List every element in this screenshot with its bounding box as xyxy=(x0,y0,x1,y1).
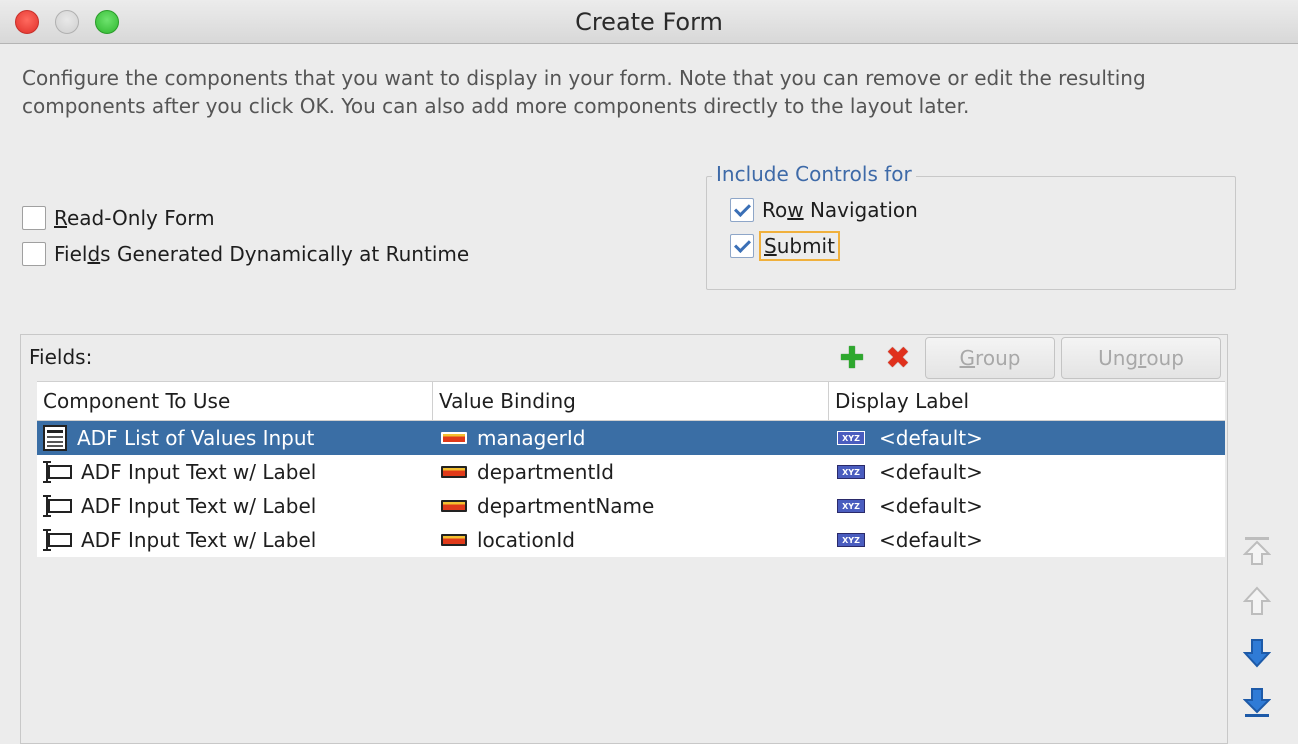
display-label: <default> xyxy=(879,494,983,518)
submit-label: Submit xyxy=(759,231,840,261)
row-navigation-option[interactable]: Row Navigation xyxy=(730,196,918,224)
attribute-binding-icon xyxy=(441,500,467,512)
row-navigation-label: Row Navigation xyxy=(762,198,918,222)
binding-name: locationId xyxy=(477,528,575,552)
component-name: ADF Input Text w/ Label xyxy=(81,460,317,484)
column-header-binding[interactable]: Value Binding xyxy=(433,382,829,420)
column-header-component[interactable]: Component To Use xyxy=(37,382,433,420)
table-header: Component To Use Value Binding Display L… xyxy=(37,381,1225,421)
row-navigation-checkbox[interactable] xyxy=(730,198,754,222)
table-row[interactable]: ADF Input Text w/ Label locationId XYZ <… xyxy=(37,523,1225,557)
instructions-text: Configure the components that you want t… xyxy=(22,66,1146,118)
title-bar: Create Form xyxy=(0,0,1298,44)
move-up-icon[interactable] xyxy=(1240,584,1274,618)
group-button[interactable]: Group xyxy=(925,337,1055,379)
fields-header: Fields: xyxy=(29,345,93,369)
column-header-label[interactable]: Display Label xyxy=(829,382,1225,420)
fields-panel: Fields: ✚ ✖ Group Ung r oup Component To U… xyxy=(20,334,1228,744)
attribute-binding-icon xyxy=(441,466,467,478)
component-name: ADF List of Values Input xyxy=(77,426,315,450)
list-of-values-icon xyxy=(41,425,69,451)
binding-name: managerId xyxy=(477,426,586,450)
move-to-top-icon[interactable] xyxy=(1240,534,1274,568)
move-to-bottom-icon[interactable] xyxy=(1240,686,1274,720)
fields-table[interactable]: Component To Use Value Binding Display L… xyxy=(21,381,1227,743)
submit-checkbox[interactable] xyxy=(730,234,754,258)
read-only-form-checkbox[interactable] xyxy=(22,206,46,230)
remove-field-icon[interactable]: ✖ xyxy=(881,341,915,376)
binding-name: departmentName xyxy=(477,494,655,518)
label-icon: XYZ xyxy=(837,499,865,513)
attribute-binding-icon xyxy=(441,432,467,444)
attribute-binding-icon xyxy=(441,534,467,546)
move-down-icon[interactable] xyxy=(1240,636,1274,670)
display-label: <default> xyxy=(879,460,983,484)
label-icon: XYZ xyxy=(837,431,865,445)
input-text-icon xyxy=(41,495,73,517)
component-name: ADF Input Text w/ Label xyxy=(81,528,317,552)
ungroup-button[interactable]: Ung r oup xyxy=(1061,337,1221,379)
label-icon: XYZ xyxy=(837,465,865,479)
table-row[interactable]: ADF Input Text w/ Label departmentId XYZ… xyxy=(37,455,1225,489)
binding-name: departmentId xyxy=(477,460,614,484)
fields-dynamic-checkbox[interactable] xyxy=(22,242,46,266)
read-only-form-option[interactable]: Read-Only Form xyxy=(22,204,215,232)
window-title: Create Form xyxy=(575,8,723,36)
table-row[interactable]: ADF Input Text w/ Label departmentName X… xyxy=(37,489,1225,523)
input-text-icon xyxy=(41,461,73,483)
include-controls-legend: Include Controls for xyxy=(712,162,916,186)
component-name: ADF Input Text w/ Label xyxy=(81,494,317,518)
display-label: <default> xyxy=(879,426,983,450)
fields-dynamic-option[interactable]: Fields Generated Dynamically at Runtime xyxy=(22,240,469,268)
submit-option[interactable]: Submit xyxy=(730,231,840,261)
input-text-icon xyxy=(41,529,73,551)
display-label: <default> xyxy=(879,528,983,552)
table-row[interactable]: ADF List of Values Input managerId XYZ <… xyxy=(37,421,1225,455)
add-field-icon[interactable]: ✚ xyxy=(835,341,869,376)
label-icon: XYZ xyxy=(837,533,865,547)
read-only-form-label: Read-Only Form xyxy=(54,206,215,230)
fields-dynamic-label: Fields Generated Dynamically at Runtime xyxy=(54,242,470,266)
